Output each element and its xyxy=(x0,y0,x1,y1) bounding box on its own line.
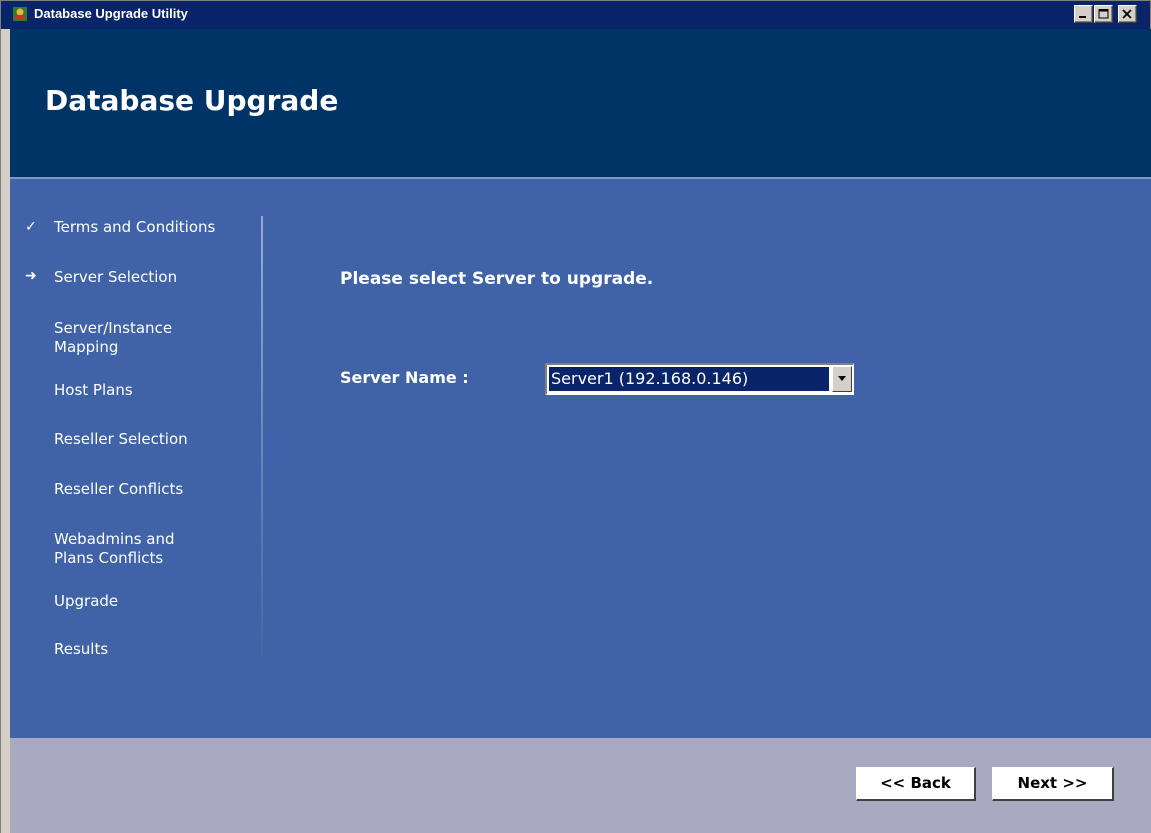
server-name-selected-value[interactable]: Server1 (192.168.0.146) xyxy=(549,367,829,391)
app-icon xyxy=(13,7,27,21)
title-bar[interactable]: Database Upgrade Utility xyxy=(1,1,1150,29)
arrow-right-icon: ➜ xyxy=(25,268,37,284)
window-left-edge xyxy=(1,29,10,833)
minimize-button[interactable] xyxy=(1074,5,1093,23)
instruction-text: Please select Server to upgrade. xyxy=(340,269,654,289)
step-webadmins-plans-conflicts: Webadmins and Plans Conflicts xyxy=(54,530,175,568)
back-button[interactable]: << Back xyxy=(856,767,976,801)
sidebar-divider xyxy=(261,216,263,656)
step-server-instance-mapping: Server/Instance Mapping xyxy=(54,319,172,357)
page-title: Database Upgrade xyxy=(45,84,339,117)
app-window: Database Upgrade Utility Database Upgrad… xyxy=(0,0,1151,833)
step-host-plans: Host Plans xyxy=(54,381,133,399)
header-banner: Database Upgrade xyxy=(10,29,1151,177)
step-results: Results xyxy=(54,640,109,658)
dropdown-arrow-button[interactable] xyxy=(832,366,852,392)
next-button[interactable]: Next >> xyxy=(992,767,1114,801)
chevron-down-icon xyxy=(838,376,846,381)
window-title: Database Upgrade Utility xyxy=(34,6,188,21)
step-label-line: Webadmins and xyxy=(54,530,175,548)
step-reseller-conflicts: Reseller Conflicts xyxy=(54,480,184,498)
step-upgrade: Upgrade xyxy=(54,592,119,610)
maximize-button[interactable] xyxy=(1094,5,1113,23)
footer-bar xyxy=(10,738,1151,833)
server-name-label: Server Name : xyxy=(340,368,469,387)
maximize-icon xyxy=(1098,9,1109,19)
minimize-icon xyxy=(1079,16,1086,18)
close-button[interactable] xyxy=(1118,5,1137,23)
close-icon xyxy=(1122,9,1132,19)
main-panel xyxy=(10,179,1151,738)
step-terms-and-conditions: Terms and Conditions xyxy=(54,218,216,236)
step-label-line: Plans Conflicts xyxy=(54,549,164,567)
step-label-line: Mapping xyxy=(54,338,119,356)
server-name-dropdown[interactable]: Server1 (192.168.0.146) xyxy=(545,363,854,395)
check-icon: ✓ xyxy=(25,219,37,235)
step-label-line: Server/Instance xyxy=(54,319,173,337)
step-server-selection: Server Selection xyxy=(54,268,178,286)
step-reseller-selection: Reseller Selection xyxy=(54,430,188,448)
